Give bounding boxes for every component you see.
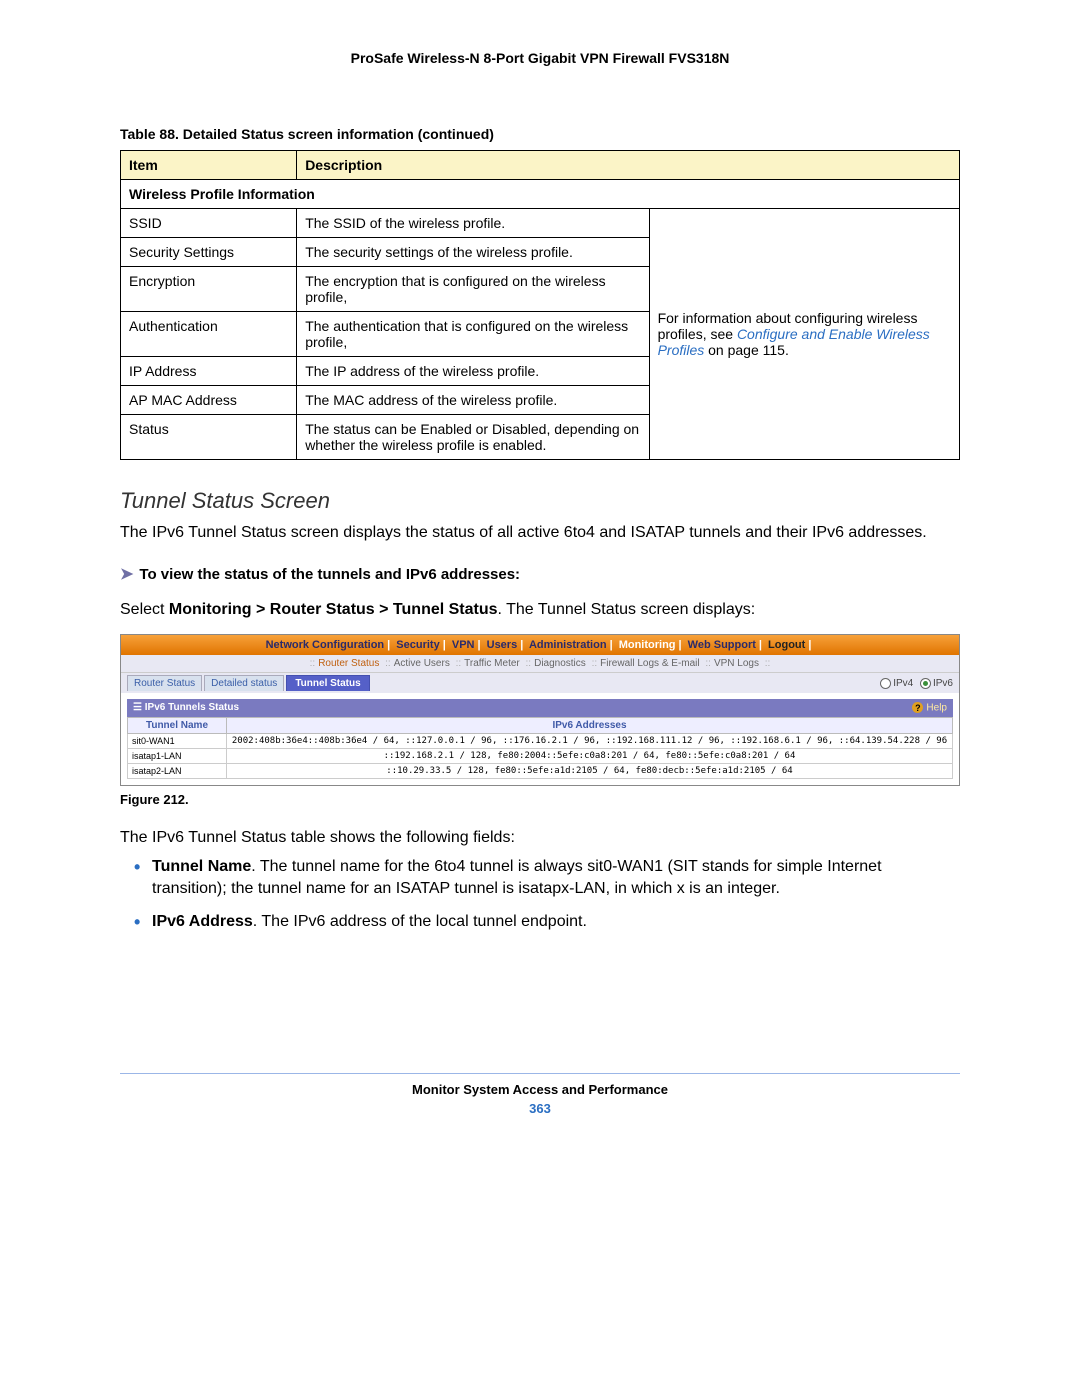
row-item: IP Address xyxy=(121,357,297,386)
row-desc: The security settings of the wireless pr… xyxy=(297,238,649,267)
list-item: Tunnel Name. The tunnel name for the 6to… xyxy=(134,856,960,899)
cell-addresses: ::192.168.2.1 / 128, fe80:2004::5efe:c0a… xyxy=(227,748,953,763)
ipv4-radio[interactable] xyxy=(880,678,891,689)
table-row: isatap2-LAN ::10.29.33.5 / 128, fe80::5e… xyxy=(128,763,953,778)
subnav-item[interactable]: Firewall Logs & E-mail xyxy=(600,658,699,669)
bullet-list: Tunnel Name. The tunnel name for the 6to… xyxy=(120,856,960,933)
ipv4-label: IPv4 xyxy=(893,678,913,689)
top-nav: Network Configuration| Security| VPN| Us… xyxy=(121,635,959,655)
nav-path: Monitoring > Router Status > Tunnel Stat… xyxy=(169,601,498,618)
table-caption: Table 88. Detailed Status screen informa… xyxy=(120,126,960,142)
footer-title: Monitor System Access and Performance xyxy=(120,1082,960,1097)
list-item: IPv6 Address. The IPv6 address of the lo… xyxy=(134,911,960,933)
tunnels-table: Tunnel Name IPv6 Addresses sit0-WAN1 200… xyxy=(127,717,953,779)
nav-item-active[interactable]: Monitoring xyxy=(619,639,676,651)
row-item: Authentication xyxy=(121,312,297,357)
figure-caption: Figure 212. xyxy=(120,792,960,807)
panel-header: ☰ IPv6 Tunnels Status ?Help xyxy=(127,699,953,717)
ipv6-label: IPv6 xyxy=(933,678,953,689)
cell-addresses: ::10.29.33.5 / 128, fe80::5efe:a1d:2105 … xyxy=(227,763,953,778)
row-item: Encryption xyxy=(121,267,297,312)
ui-screenshot: Network Configuration| Security| VPN| Us… xyxy=(120,634,960,786)
help-icon[interactable]: ? xyxy=(912,702,923,713)
bullet-term: IPv6 Address xyxy=(152,913,253,930)
subnav-item[interactable]: VPN Logs xyxy=(714,658,759,669)
bullet-text: . The tunnel name for the 6to4 tunnel is… xyxy=(152,858,882,897)
subnav-item[interactable]: Router Status xyxy=(318,658,379,669)
row-desc: The status can be Enabled or Disabled, d… xyxy=(297,415,649,460)
page-footer: Monitor System Access and Performance 36… xyxy=(120,1073,960,1116)
row-desc: The SSID of the wireless profile. xyxy=(297,209,649,238)
side-note: For information about configuring wirele… xyxy=(649,209,959,460)
paragraph: The IPv6 Tunnel Status screen displays t… xyxy=(120,522,960,544)
paragraph: The IPv6 Tunnel Status table shows the f… xyxy=(120,827,960,849)
nav-item[interactable]: Users xyxy=(487,639,518,651)
row-item: Security Settings xyxy=(121,238,297,267)
bullet-term: Tunnel Name xyxy=(152,858,251,875)
tab-detailed-status[interactable]: Detailed status xyxy=(204,675,284,691)
col-tunnel-name: Tunnel Name xyxy=(128,717,227,733)
document-title: ProSafe Wireless-N 8-Port Gigabit VPN Fi… xyxy=(120,50,960,66)
row-item: Status xyxy=(121,415,297,460)
cell-tunnel-name: isatap2-LAN xyxy=(128,763,227,778)
status-table: Item Description Wireless Profile Inform… xyxy=(120,150,960,460)
cell-addresses: 2002:408b:36e4::408b:36e4 / 64, ::127.0.… xyxy=(227,733,953,748)
col-item: Item xyxy=(121,151,297,180)
row-desc: The MAC address of the wireless profile. xyxy=(297,386,649,415)
nav-logout[interactable]: Logout xyxy=(768,639,805,651)
table-row: sit0-WAN1 2002:408b:36e4::408b:36e4 / 64… xyxy=(128,733,953,748)
row-desc: The encryption that is configured on the… xyxy=(297,267,649,312)
sub-nav: ::Router Status ::Active Users ::Traffic… xyxy=(121,655,959,672)
section-row: Wireless Profile Information xyxy=(121,180,960,209)
tab-bar: Router Status Detailed status Tunnel Sta… xyxy=(121,672,959,693)
table-row: isatap1-LAN ::192.168.2.1 / 128, fe80:20… xyxy=(128,748,953,763)
row-item: AP MAC Address xyxy=(121,386,297,415)
nav-item[interactable]: Web Support xyxy=(688,639,756,651)
ipv6-radio[interactable] xyxy=(920,678,931,689)
page-number: 363 xyxy=(120,1101,960,1116)
row-desc: The IP address of the wireless profile. xyxy=(297,357,649,386)
nav-item[interactable]: Security xyxy=(396,639,439,651)
subnav-item[interactable]: Active Users xyxy=(394,658,450,669)
cell-tunnel-name: sit0-WAN1 xyxy=(128,733,227,748)
subnav-item[interactable]: Traffic Meter xyxy=(464,658,520,669)
ip-mode-toggle: IPv4 IPv6 xyxy=(876,678,953,689)
panel-title: ☰ IPv6 Tunnels Status xyxy=(133,702,239,713)
help-link[interactable]: Help xyxy=(926,703,947,714)
nav-item[interactable]: VPN xyxy=(452,639,475,651)
bullet-text: . The IPv6 address of the local tunnel e… xyxy=(253,913,587,930)
text: Select xyxy=(120,601,169,618)
cell-tunnel-name: isatap1-LAN xyxy=(128,748,227,763)
nav-item[interactable]: Administration xyxy=(529,639,607,651)
subnav-item[interactable]: Diagnostics xyxy=(534,658,586,669)
row-desc: The authentication that is configured on… xyxy=(297,312,649,357)
col-description: Description xyxy=(297,151,960,180)
section-heading: Tunnel Status Screen xyxy=(120,488,960,514)
tab-router-status[interactable]: Router Status xyxy=(127,675,202,691)
row-item: SSID xyxy=(121,209,297,238)
arrow-icon: ➤ xyxy=(120,566,133,583)
step-text: To view the status of the tunnels and IP… xyxy=(139,566,520,583)
text: . The Tunnel Status screen displays: xyxy=(498,601,756,618)
step-heading: ➤ To view the status of the tunnels and I… xyxy=(120,564,960,584)
paragraph: Select Monitoring > Router Status > Tunn… xyxy=(120,599,960,621)
tab-tunnel-status[interactable]: Tunnel Status xyxy=(286,675,369,691)
col-ipv6-addresses: IPv6 Addresses xyxy=(227,717,953,733)
side-note-post: on page 115. xyxy=(704,342,789,358)
nav-item[interactable]: Network Configuration xyxy=(266,639,385,651)
